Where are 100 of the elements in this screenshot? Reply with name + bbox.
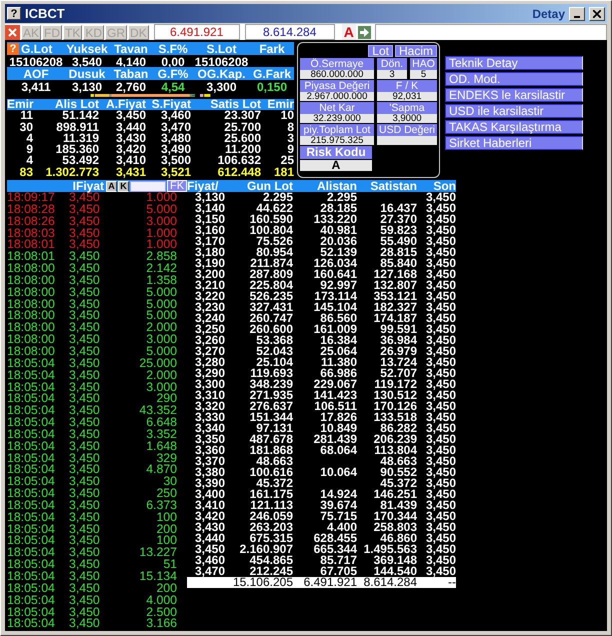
trade-lot: 3.352: [145, 428, 177, 441]
table-cell-text: 3,490: [160, 144, 191, 156]
table-cell-text: 3,430: [194, 522, 225, 533]
column-header: Gun Lot: [246, 180, 293, 192]
field-label: Dön.: [377, 58, 407, 70]
trade-time: 18:08:00: [7, 310, 56, 322]
menu-button[interactable]: OD. Mod.: [445, 72, 583, 86]
close-button[interactable]: [589, 6, 605, 20]
column-header: Taban: [112, 67, 150, 81]
menu-button[interactable]: Sirket Haberleri: [445, 136, 583, 150]
table-cell-text: 327.431: [248, 302, 293, 313]
trade-price: 3,450: [69, 535, 101, 548]
trade-time: 18:05:04: [7, 594, 56, 607]
table-cell-text: 39.674: [319, 500, 357, 511]
trade-time: 18:08:00: [7, 286, 56, 299]
total-cell-text: 15.106.205: [232, 577, 293, 588]
table-cell-text: 3,450: [424, 445, 456, 456]
minimize-button[interactable]: [569, 6, 585, 20]
trade-lot: 4.870: [145, 464, 177, 476]
table-cell-text: 281.439: [312, 434, 357, 445]
trade-lot: 5.000: [145, 310, 177, 322]
toggle-button[interactable]: Hacim: [394, 45, 437, 57]
table-cell-text: 170.344: [372, 511, 417, 522]
table-cell-text: 3,480: [160, 132, 191, 144]
trade-price: 3,450: [69, 216, 101, 228]
table-cell-text: 3,450: [424, 390, 456, 401]
summary-value: 2,760: [114, 80, 148, 94]
table-cell-text: 181.868: [248, 445, 293, 456]
trade-price: 3,450: [69, 263, 101, 275]
trade-price: 3,450: [69, 274, 101, 287]
trade-lot: 2.000: [145, 322, 177, 334]
table-cell-text: 3,450: [424, 401, 456, 412]
table-cell-text: 52.139: [320, 247, 357, 258]
trade-lot: 5.000: [145, 204, 177, 216]
trade-lot: 2.858: [145, 251, 177, 264]
table-cell-text: 3,450: [424, 247, 456, 258]
table-cell-text: 3,450: [424, 302, 456, 313]
table-cell-text: 11.380: [320, 357, 357, 368]
table-cell-text: 67.705: [320, 566, 357, 577]
trade-time: 18:05:04: [7, 559, 56, 571]
table-cell-text: 3,450: [424, 467, 456, 478]
table-cell-text: 3,450: [424, 313, 456, 324]
table-cell-text: 113.804: [373, 445, 417, 456]
menu-button[interactable]: USD ile karsilastir: [445, 104, 583, 118]
help-icon[interactable]: ?: [7, 7, 21, 20]
close-icon[interactable]: [5, 24, 20, 40]
trade-time: 18:05:04: [7, 582, 56, 595]
trade-lot: 329: [156, 452, 177, 464]
table-cell-text: 25.064: [319, 346, 357, 357]
trade-price: 3,450: [69, 618, 101, 630]
table-cell-text: 3,410: [114, 155, 146, 167]
column-header: G.Fark: [252, 67, 292, 81]
summary-value: 15106208: [194, 54, 250, 68]
column-header: OG.Kap.: [196, 67, 246, 81]
table-cell-text: 121.113: [249, 500, 293, 511]
trade-lot: 3.166: [145, 618, 177, 630]
menu-button[interactable]: TAKAS Karşılaştırma: [445, 120, 583, 134]
table-cell-text: 170.126: [372, 401, 417, 412]
column-header: Fiyat/: [187, 180, 220, 192]
table-cell-text: 92.997: [320, 280, 357, 291]
trade-time: 18:08:00: [7, 298, 56, 310]
filter-button[interactable]: K: [118, 180, 129, 192]
help-icon[interactable]: ?: [7, 43, 19, 55]
filter-field[interactable]: [130, 180, 166, 192]
filter-button[interactable]: A: [106, 180, 117, 192]
toggle-button[interactable]: Lot: [368, 45, 393, 57]
table-cell-text: 3,130: [194, 192, 225, 203]
table-cell-text: 40.981: [320, 225, 357, 236]
trade-lot: 1.648: [145, 440, 177, 453]
table-cell-text: 9: [25, 144, 33, 156]
trade-lot: 4.000: [145, 594, 177, 607]
menu-button[interactable]: Teknik Detay: [445, 56, 583, 70]
column-header: S.Lot: [206, 42, 238, 56]
table-cell-text: 3,290: [194, 368, 225, 379]
trade-lot: 6.648: [145, 417, 177, 429]
column-header: Dusuk: [68, 67, 106, 81]
go-button[interactable]: [356, 24, 372, 40]
table-cell-text: 3,400: [194, 489, 225, 500]
table-cell-text: 100.804: [248, 225, 293, 236]
field-label: Net Kar: [300, 102, 374, 114]
table-cell-text: 3,450: [424, 555, 456, 566]
trade-lot: 100: [155, 512, 177, 524]
table-cell-text: 212.245: [250, 566, 293, 577]
trade-lot: 2.142: [145, 263, 177, 275]
table-cell-text: 182.327: [372, 302, 417, 313]
menu-button[interactable]: ENDEKS le karsilastir: [445, 88, 583, 102]
trade-lot: 1.000: [145, 228, 177, 240]
table-cell-text: 25.104: [256, 357, 293, 368]
total-cell-text: 3,431: [114, 166, 146, 178]
table-cell-text: 3,420: [114, 144, 146, 156]
fk-button[interactable]: FK: [167, 180, 187, 192]
table-cell-text: 27.370: [379, 214, 417, 225]
trade-time: 18:05:04: [7, 370, 56, 382]
table-cell-text: 246.059: [248, 511, 293, 522]
table-cell-text: 126.034: [312, 258, 357, 269]
summary-value: 4,140: [114, 54, 148, 68]
trade-price: 3,450: [69, 476, 101, 488]
table-cell-text: 3,300: [194, 379, 225, 390]
table-cell-text: 3,390: [194, 478, 225, 489]
input-field[interactable]: [374, 24, 607, 40]
